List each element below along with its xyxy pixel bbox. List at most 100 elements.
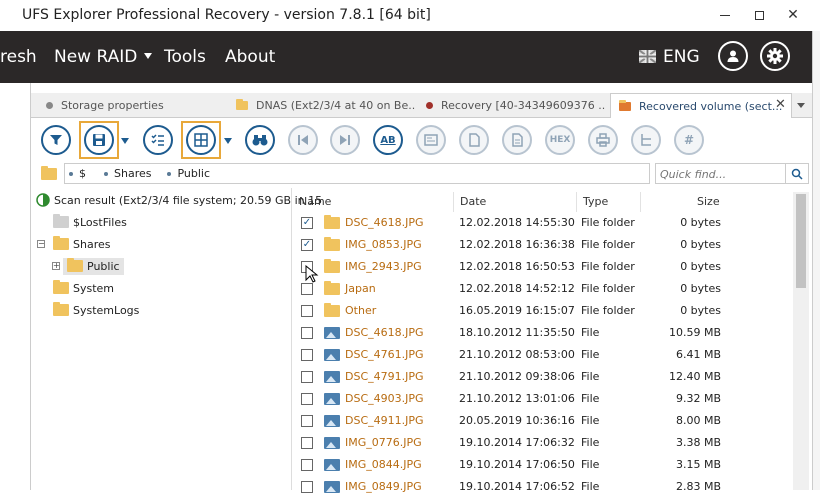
tab-recovery[interactable]: Recovery [40-34349609376 ...	[426, 93, 606, 117]
path-segment[interactable]: $	[79, 167, 86, 180]
tree-item-systemlogs[interactable]: SystemLogs	[53, 300, 139, 320]
table-row[interactable]: DSC_4911.JPG 20.05.2019 10:36:16 File 8.00 …	[293, 410, 793, 432]
table-row[interactable]: ✓ IMG_0853.JPG 12.02.2018 16:36:38 File fol…	[293, 234, 793, 256]
column-header-size[interactable]: Size	[697, 195, 720, 208]
preview-icon	[424, 134, 438, 146]
new-raid-dropdown-icon[interactable]	[144, 53, 152, 59]
path-segment[interactable]: Shares	[114, 167, 151, 180]
row-checkbox[interactable]	[301, 481, 313, 493]
column-header-date[interactable]: Date	[460, 195, 486, 208]
close-button[interactable]: ✕	[776, 0, 810, 30]
save-button[interactable]	[84, 125, 114, 155]
tab-close-icon[interactable]: ✕	[775, 97, 786, 112]
column-divider[interactable]	[640, 192, 641, 212]
quick-find	[655, 163, 809, 184]
print-button[interactable]	[588, 125, 618, 155]
file-size: 3.15 MB	[675, 458, 721, 471]
menu-new-raid[interactable]: New RAID	[54, 47, 137, 67]
tree-item-shares[interactable]: − Shares	[37, 234, 110, 254]
table-row[interactable]: Japan 12.02.2018 14:52:12 File folder 0 byt…	[293, 278, 793, 300]
table-row[interactable]: DSC_4761.JPG 21.10.2012 08:53:00 File 6.41 …	[293, 344, 793, 366]
language-selector[interactable]: ENG	[663, 47, 700, 67]
panel-splitter[interactable]	[291, 188, 292, 490]
structure-button[interactable]	[631, 125, 661, 155]
row-checkbox[interactable]	[301, 349, 313, 361]
menu-refresh[interactable]: resh	[0, 47, 37, 67]
row-checkbox[interactable]	[301, 393, 313, 405]
row-checkbox[interactable]	[301, 305, 313, 317]
file-name: Japan	[345, 282, 376, 295]
tree-root[interactable]: Scan result (Ext2/3/4 file system; 20.59…	[36, 190, 322, 210]
expand-icon[interactable]: +	[52, 262, 60, 270]
view-mode-dropdown-icon[interactable]	[224, 138, 232, 144]
user-button[interactable]	[718, 41, 748, 71]
find-button[interactable]	[245, 125, 275, 155]
tree-item-system[interactable]: System	[53, 278, 114, 298]
table-row[interactable]: IMG_0776.JPG 19.10.2014 17:06:32 File 3.38 …	[293, 432, 793, 454]
settings-button[interactable]	[760, 41, 790, 71]
table-row[interactable]: ✓ DSC_4618.JPG 12.02.2018 14:55:30 File fol…	[293, 212, 793, 234]
row-checkbox[interactable]: ✓	[301, 239, 313, 251]
quick-find-input[interactable]	[658, 165, 786, 183]
file-size: 6.41 MB	[675, 348, 721, 361]
row-checkbox[interactable]	[301, 371, 313, 383]
file-date: 12.02.2018 16:50:53	[459, 260, 575, 273]
spell-button[interactable]: AB	[373, 125, 403, 155]
tab-storage-properties[interactable]: Storage properties	[46, 93, 226, 117]
file-size: 0 bytes	[680, 282, 721, 295]
next-button[interactable]	[330, 125, 360, 155]
tab-label: Recovered volume (sect...	[639, 99, 783, 113]
hash-button[interactable]: #	[674, 125, 704, 155]
table-row[interactable]: IMG_0844.JPG 19.10.2014 17:06:50 File 3.15 …	[293, 454, 793, 476]
table-row[interactable]: DSC_4791.JPG 21.10.2012 09:38:06 File 12.40…	[293, 366, 793, 388]
row-checkbox[interactable]: ✓	[301, 217, 313, 229]
file-type: File folder	[581, 260, 635, 273]
path-bar[interactable]: $ Shares Public	[64, 163, 650, 184]
row-checkbox[interactable]	[301, 327, 313, 339]
table-row[interactable]: Other 16.05.2019 16:15:07 File folder 0 byt…	[293, 300, 793, 322]
file-properties-button[interactable]	[502, 125, 532, 155]
image-file-icon	[324, 371, 340, 383]
select-list-button[interactable]	[143, 125, 173, 155]
minimize-button[interactable]	[708, 0, 742, 30]
table-row[interactable]: DSC_4903.JPG 21.10.2012 13:01:06 File 9.32 …	[293, 388, 793, 410]
filter-button[interactable]	[41, 125, 71, 155]
path-segment[interactable]: Public	[177, 167, 210, 180]
column-header-type[interactable]: Type	[583, 195, 608, 208]
view-mode-button[interactable]	[186, 125, 216, 155]
file-size: 8.00 MB	[675, 414, 721, 427]
file-size: 3.38 MB	[675, 436, 721, 449]
title-bar: UFS Explorer Professional Recovery - ver…	[0, 0, 820, 32]
hex-button[interactable]: HEX	[545, 125, 575, 155]
table-row[interactable]: DSC_4618.JPG 18.10.2012 11:35:50 File 10.59…	[293, 322, 793, 344]
table-row[interactable]: IMG_0849.JPG 19.10.2014 17:06:52 File 2.83 …	[293, 476, 793, 498]
file-name: DSC_4761.JPG	[345, 348, 424, 361]
export-button[interactable]	[459, 125, 489, 155]
file-type: File folder	[581, 304, 635, 317]
tree-item-lostfiles[interactable]: $LostFiles	[53, 212, 127, 232]
menu-tools[interactable]: Tools	[164, 47, 206, 67]
previous-button[interactable]	[288, 125, 318, 155]
column-header-name[interactable]: Name	[299, 195, 331, 208]
save-dropdown-icon[interactable]	[121, 138, 129, 144]
collapse-icon[interactable]: −	[37, 240, 45, 248]
scrollbar-thumb[interactable]	[796, 194, 806, 288]
tree-item-public[interactable]: + Public	[52, 256, 124, 276]
row-checkbox[interactable]	[301, 459, 313, 471]
tab-dnas[interactable]: DNAS (Ext2/3/4 at 40 on Be...	[236, 93, 416, 117]
column-divider[interactable]	[453, 192, 454, 212]
row-checkbox[interactable]	[301, 415, 313, 427]
maximize-button[interactable]	[742, 0, 776, 30]
tab-list-dropdown-icon[interactable]	[797, 103, 805, 108]
menu-about[interactable]: About	[225, 47, 275, 67]
file-date: 12.02.2018 16:36:38	[459, 238, 575, 251]
tab-recovered-volume[interactable]: Recovered volume (sect...	[610, 93, 792, 118]
column-divider[interactable]	[576, 192, 577, 212]
search-button[interactable]	[785, 164, 808, 183]
row-checkbox[interactable]	[301, 437, 313, 449]
tree-item-label: SystemLogs	[73, 303, 140, 317]
preview-button[interactable]	[416, 125, 446, 155]
file-date: 12.02.2018 14:52:12	[459, 282, 575, 295]
table-row[interactable]: IMG_2943.JPG 12.02.2018 16:50:53 File fold…	[293, 256, 793, 278]
file-type: File folder	[581, 216, 635, 229]
